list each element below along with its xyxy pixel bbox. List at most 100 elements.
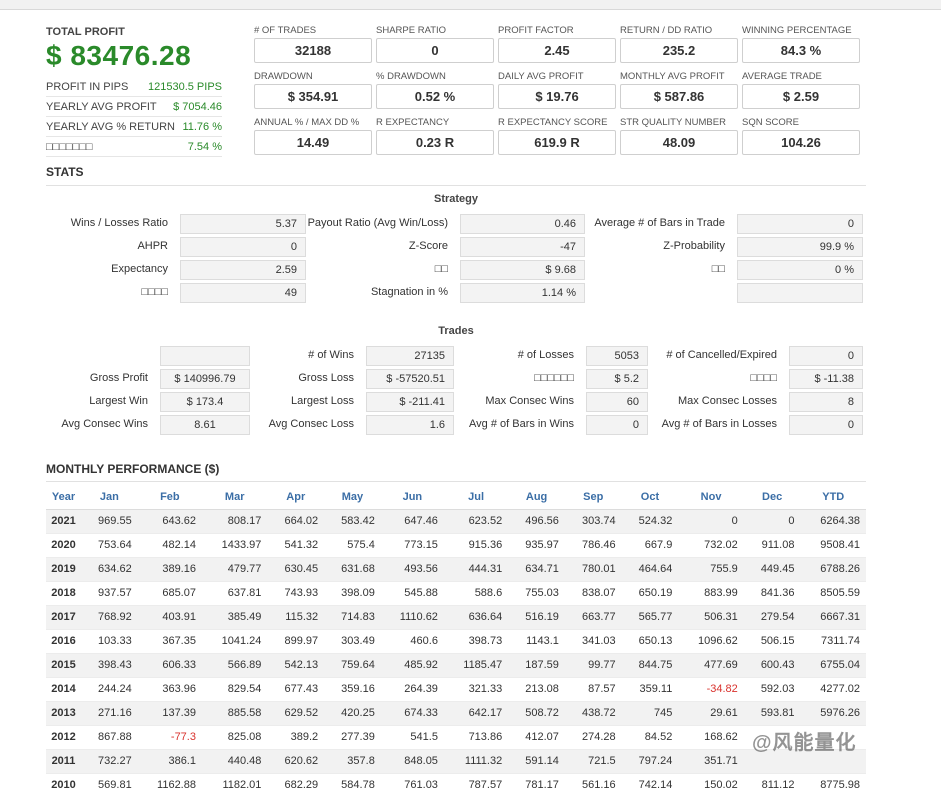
trades-label: Avg # of Bars in Wins bbox=[469, 418, 574, 430]
kpi-value: 0.52 % bbox=[376, 84, 494, 109]
month-value-cell: 508.72 bbox=[508, 701, 565, 726]
month-value-cell: 883.99 bbox=[678, 581, 744, 606]
month-value-cell: 761.03 bbox=[380, 773, 444, 794]
month-value-cell: 786.46 bbox=[564, 533, 622, 558]
kpi-card: STR QUALITY NUMBER 48.09 bbox=[620, 117, 738, 155]
month-value-cell: 600.43 bbox=[743, 653, 801, 678]
kpi-label: PROFIT FACTOR bbox=[498, 25, 574, 36]
trades-value: 0 bbox=[789, 346, 863, 366]
month-value-cell: 755.03 bbox=[508, 581, 565, 606]
kpi-label: SHARPE RATIO bbox=[376, 25, 447, 36]
month-value-cell: 277.39 bbox=[324, 725, 381, 750]
month-value-cell: 743.93 bbox=[267, 581, 325, 606]
year-cell: 2019 bbox=[46, 557, 81, 582]
trades-title: Trades bbox=[438, 325, 474, 337]
month-value-cell: 682.29 bbox=[267, 773, 325, 794]
trades-label: # of Losses bbox=[517, 349, 574, 361]
month-value-cell: 593.81 bbox=[743, 701, 801, 726]
month-value-cell: 482.14 bbox=[137, 533, 202, 558]
kpi-label: % DRAWDOWN bbox=[376, 71, 446, 82]
month-value-cell: 667.9 bbox=[621, 533, 679, 558]
month-value-cell: 385.49 bbox=[201, 605, 268, 630]
month-value-cell: 867.88 bbox=[81, 725, 138, 750]
profit-stat-row: □□□□□□□ 7.54 % bbox=[46, 137, 222, 157]
profit-stat-row: YEARLY AVG PROFIT $ 7054.46 bbox=[46, 97, 222, 117]
month-value-cell: 5976.26 bbox=[800, 701, 866, 726]
total-profit-label: TOTAL PROFIT bbox=[46, 26, 125, 38]
month-value-cell: 137.39 bbox=[137, 701, 202, 726]
month-value-cell: 937.57 bbox=[81, 581, 138, 606]
month-value-cell: 84.52 bbox=[621, 725, 679, 750]
month-value-cell: 303.74 bbox=[564, 509, 622, 534]
month-value-cell: 811.12 bbox=[743, 773, 801, 794]
kpi-card: DRAWDOWN $ 354.91 bbox=[254, 71, 372, 109]
kpi-value: 2.45 bbox=[498, 38, 616, 63]
kpi-value: $ 354.91 bbox=[254, 84, 372, 109]
month-value-cell: 732.02 bbox=[678, 533, 744, 558]
trades-label: Gross Loss bbox=[298, 372, 354, 384]
column-header-jul: Jul bbox=[443, 485, 509, 510]
trades-label: # of Cancelled/Expired bbox=[666, 349, 777, 361]
total-profit-value: $ 83476.28 bbox=[46, 40, 192, 71]
year-cell: 2017 bbox=[46, 605, 81, 630]
column-header-may: May bbox=[324, 485, 381, 510]
strategy-value: 1.14 % bbox=[460, 283, 585, 303]
kpi-value: $ 19.76 bbox=[498, 84, 616, 109]
column-header-ytd: YTD bbox=[800, 485, 866, 510]
month-value-cell: 213.08 bbox=[508, 677, 565, 702]
trades-label: Gross Profit bbox=[89, 372, 148, 384]
profit-stat-label: YEARLY AVG % RETURN bbox=[46, 121, 175, 133]
month-value-cell: 1041.24 bbox=[201, 629, 268, 654]
trades-label: Largest Win bbox=[89, 395, 148, 407]
month-value-cell: 0 bbox=[678, 509, 744, 534]
month-value-cell: 1143.1 bbox=[508, 629, 565, 654]
month-value-cell: 150.02 bbox=[678, 773, 744, 794]
month-value-cell: 485.92 bbox=[380, 653, 444, 678]
month-value-cell: 647.46 bbox=[380, 509, 444, 534]
column-header-mar: Mar bbox=[201, 485, 268, 510]
month-value-cell: 1110.62 bbox=[380, 605, 444, 630]
month-value-cell: 506.15 bbox=[743, 629, 801, 654]
profit-stat-row: PROFIT IN PIPS 121530.5 PIPS bbox=[46, 77, 222, 97]
month-value-cell: 264.39 bbox=[380, 677, 444, 702]
month-value-cell: 753.64 bbox=[81, 533, 138, 558]
month-value-cell: 6788.26 bbox=[800, 557, 866, 582]
month-value-cell: 685.07 bbox=[137, 581, 202, 606]
month-value-cell: 303.49 bbox=[324, 629, 381, 654]
month-value-cell: 359.16 bbox=[324, 677, 381, 702]
monthly-divider bbox=[46, 481, 866, 482]
month-value-cell: 825.08 bbox=[201, 725, 268, 750]
month-value-cell: 367.35 bbox=[137, 629, 202, 654]
month-value-cell: 103.33 bbox=[81, 629, 138, 654]
month-value-cell: 9508.41 bbox=[800, 533, 866, 558]
monthly-performance-table: Year Jan Feb Mar Apr May Jun Jul Aug Sep Oct Nov Dec… bbox=[46, 485, 866, 794]
strategy-value bbox=[737, 283, 863, 303]
kpi-value: 104.26 bbox=[742, 130, 860, 155]
table-row: 2012 867.88 -77.3 825.08 389.2 277.39 541.5 713… bbox=[46, 725, 866, 750]
month-value-cell: 541.32 bbox=[267, 533, 325, 558]
year-cell: 2010 bbox=[46, 773, 81, 794]
year-cell: 2020 bbox=[46, 533, 81, 558]
month-value-cell: 341.03 bbox=[564, 629, 622, 654]
month-value-cell: 838.07 bbox=[564, 581, 622, 606]
month-value-cell: 8775.98 bbox=[800, 773, 866, 794]
month-value-cell: 8505.59 bbox=[800, 581, 866, 606]
trades-value: 0 bbox=[789, 415, 863, 435]
kpi-value: 619.9 R bbox=[498, 130, 616, 155]
trades-label: Avg Consec Wins bbox=[61, 418, 148, 430]
strategy-value: 0 % bbox=[737, 260, 863, 280]
strategy-label: □□□□ bbox=[141, 286, 168, 298]
month-value-cell: 438.72 bbox=[564, 701, 622, 726]
table-row: 2020 753.64 482.14 1433.97 541.32 575.4 773.15… bbox=[46, 533, 866, 558]
month-value-cell: 1162.88 bbox=[137, 773, 202, 794]
month-value-cell: 915.36 bbox=[443, 533, 509, 558]
kpi-value: 14.49 bbox=[254, 130, 372, 155]
month-value-cell: 1096.62 bbox=[678, 629, 744, 654]
kpi-card: PROFIT FACTOR 2.45 bbox=[498, 25, 616, 63]
month-value-cell: 1185.47 bbox=[443, 653, 509, 678]
column-header-jun: Jun bbox=[380, 485, 444, 510]
month-value-cell: 780.01 bbox=[564, 557, 622, 582]
month-value-cell: 584.78 bbox=[324, 773, 381, 794]
table-row: 2014 244.24 363.96 829.54 677.43 359.16 264.39… bbox=[46, 677, 866, 702]
month-value-cell: 623.52 bbox=[443, 509, 509, 534]
